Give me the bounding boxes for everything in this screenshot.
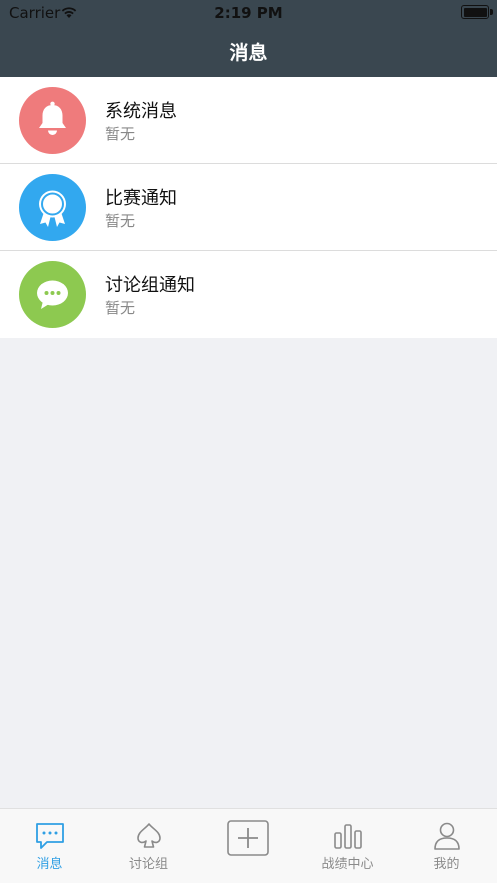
tab-label: 我的 <box>433 857 460 872</box>
message-row-system[interactable]: 系统消息 暂无 <box>0 77 497 164</box>
message-subtitle: 暂无 <box>105 212 136 230</box>
tab-messages[interactable]: 消息 <box>0 809 99 883</box>
message-list: 系统消息 暂无 比赛通知 暂无 讨论组通知 暂无 <box>0 77 497 338</box>
person-icon <box>431 821 463 851</box>
tab-discussion[interactable]: 讨论组 <box>99 809 198 883</box>
award-ribbon-icon <box>19 174 86 241</box>
bell-icon <box>19 87 86 154</box>
message-subtitle: 暂无 <box>105 299 136 317</box>
battery-icon <box>461 5 493 19</box>
message-title: 讨论组通知 <box>105 275 195 296</box>
message-row-discussion[interactable]: 讨论组通知 暂无 <box>0 251 497 338</box>
chat-bubble-icon <box>19 261 86 328</box>
message-subtitle: 暂无 <box>105 125 136 143</box>
tab-label: 讨论组 <box>128 857 168 872</box>
spade-icon <box>133 821 165 851</box>
tab-label: 消息 <box>36 857 63 872</box>
status-time: 2:19 PM <box>214 4 283 22</box>
tab-stats[interactable]: 战绩中心 <box>298 809 397 883</box>
message-title: 比赛通知 <box>105 188 177 209</box>
bar-chart-icon <box>332 821 364 851</box>
plus-icon <box>227 820 269 856</box>
tab-add[interactable] <box>198 809 297 883</box>
navigation-bar: 消息 <box>0 26 497 77</box>
tab-bar: 消息 讨论组 战绩中心 我的 <box>0 808 497 883</box>
message-title: 系统消息 <box>105 101 177 122</box>
message-row-match[interactable]: 比赛通知 暂无 <box>0 164 497 251</box>
page-title: 消息 <box>229 42 268 64</box>
message-icon <box>34 821 66 851</box>
tab-label: 战绩中心 <box>321 857 374 872</box>
status-bar: Carrier 2:19 PM <box>0 0 497 26</box>
tab-profile[interactable]: 我的 <box>397 809 496 883</box>
